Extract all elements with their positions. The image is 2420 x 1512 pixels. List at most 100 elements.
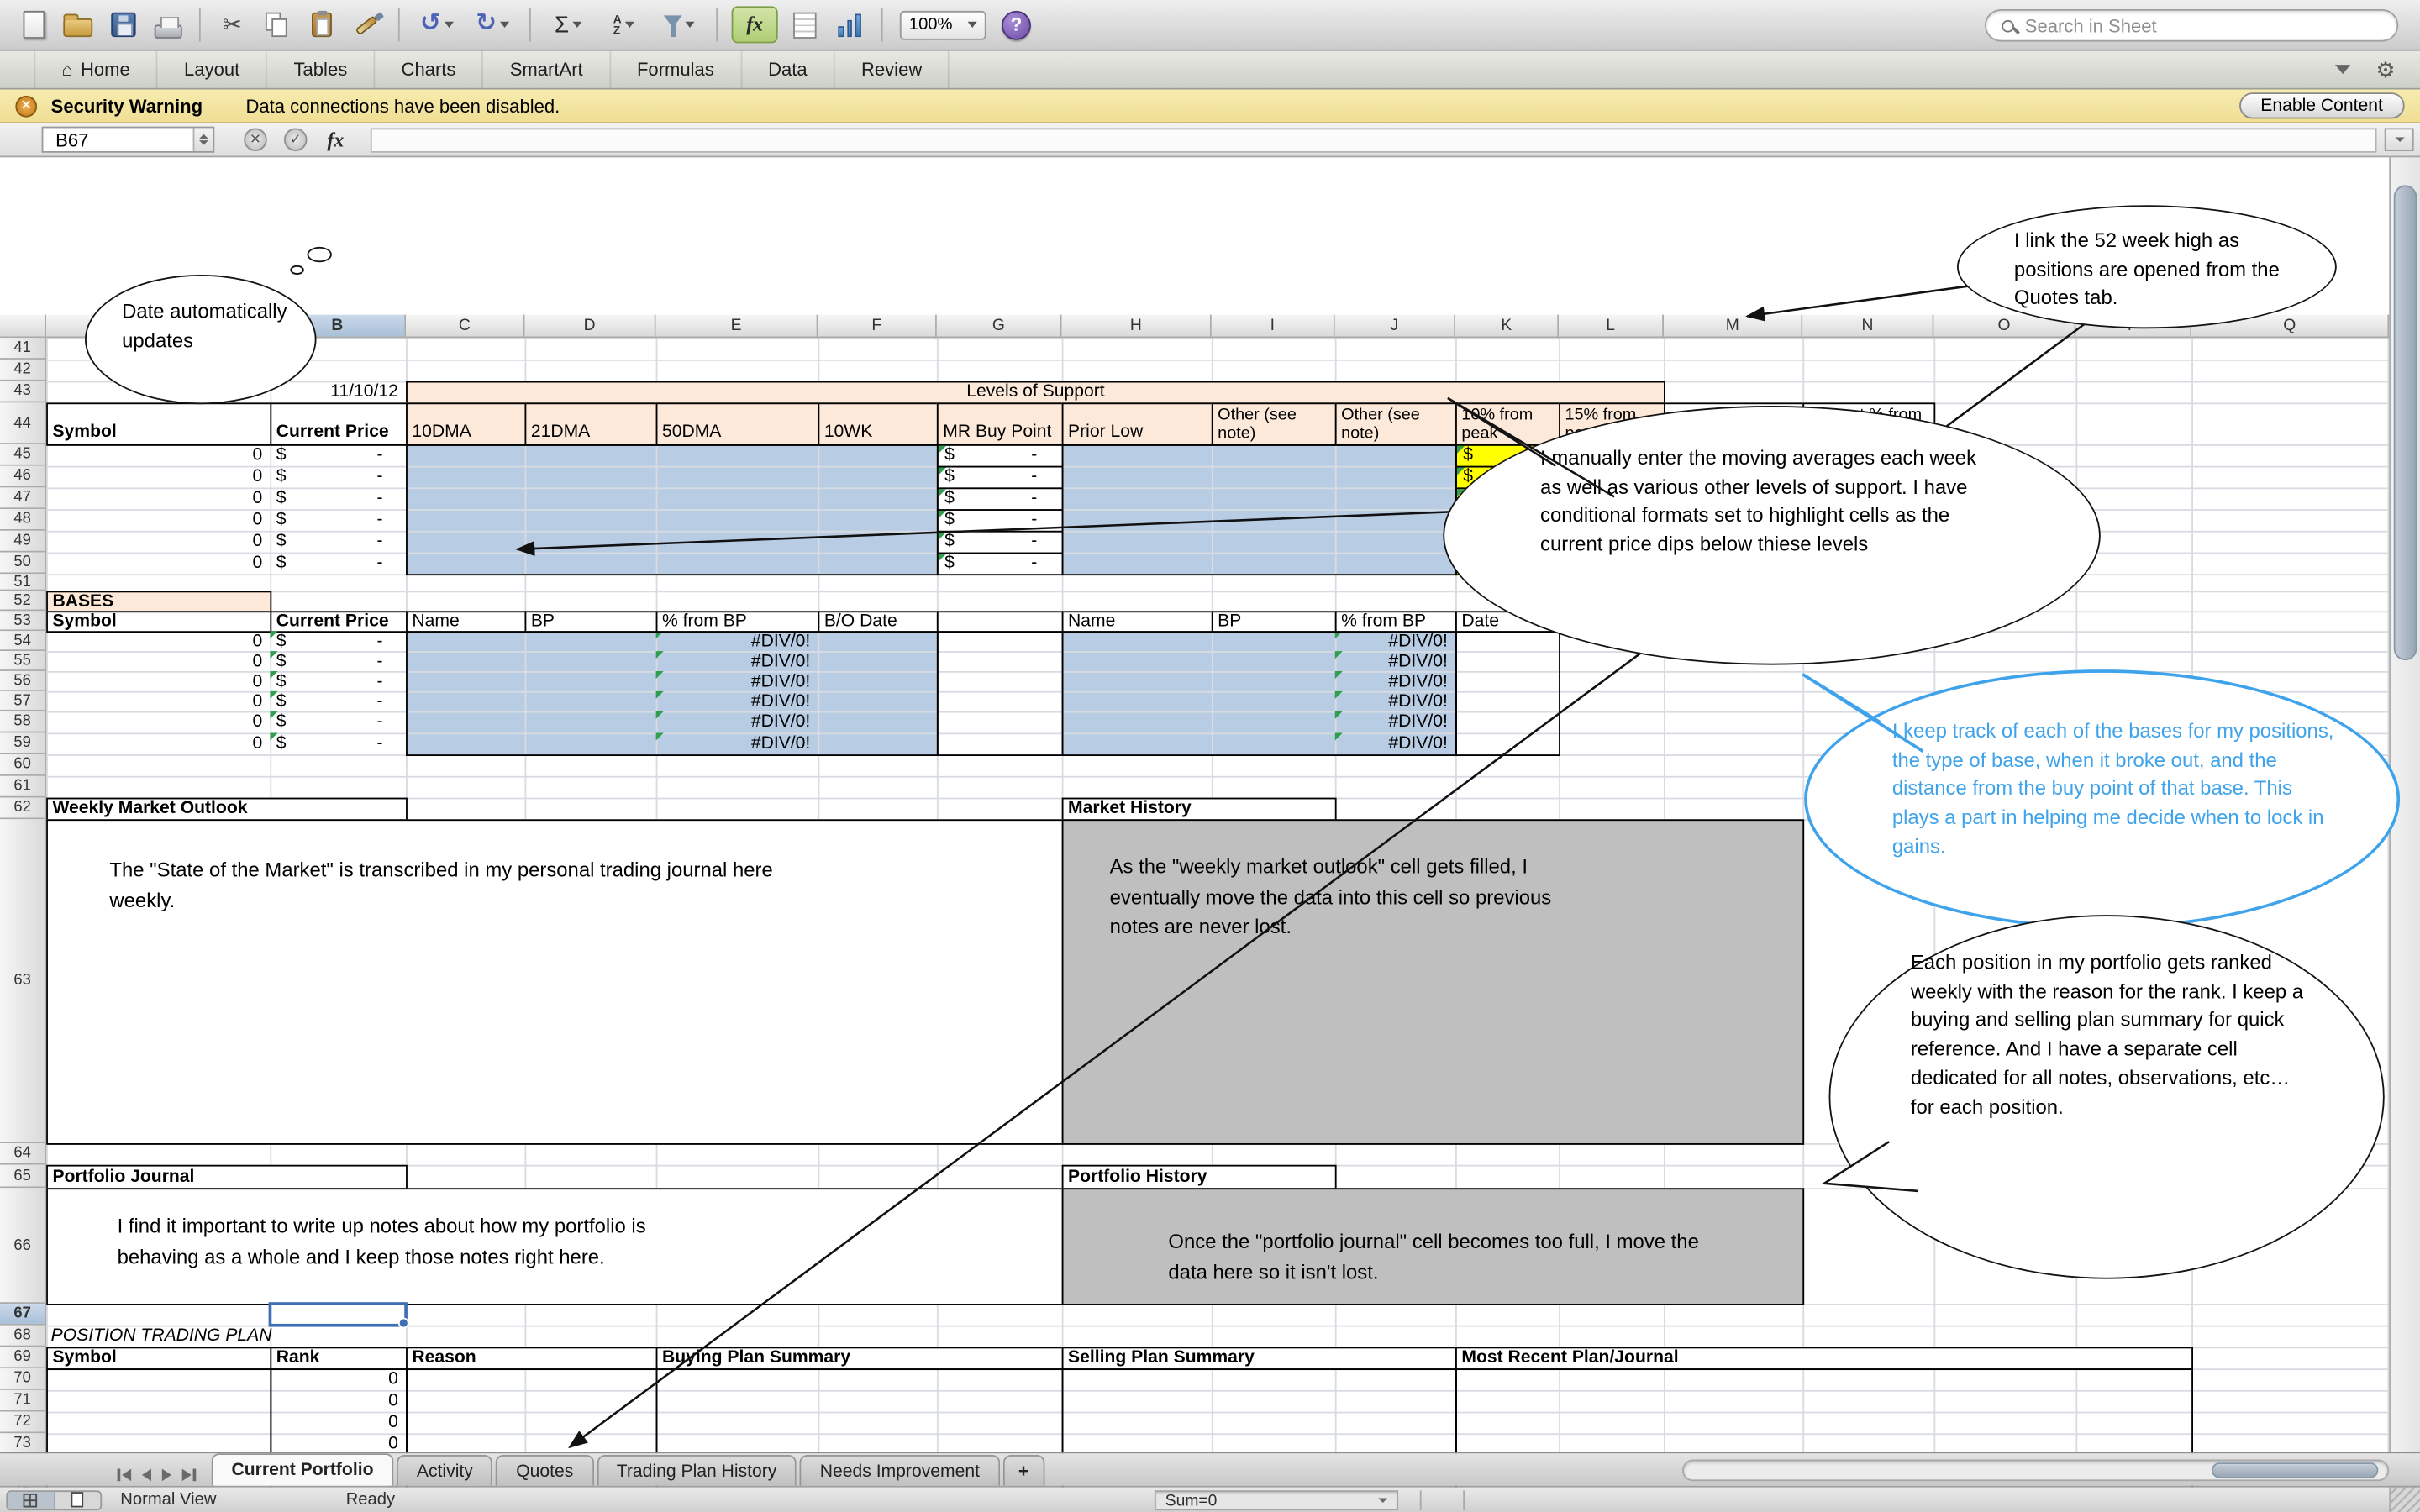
cell-D44[interactable]: 21DMA — [524, 402, 658, 446]
row-header-46[interactable]: 46 — [0, 465, 47, 488]
cell-J53[interactable]: % from BP — [1334, 611, 1457, 633]
cell-H65[interactable]: Portfolio History — [1061, 1164, 1337, 1190]
cell-B47[interactable]: $ - — [270, 487, 407, 511]
row-header-67[interactable]: 67 — [0, 1304, 47, 1326]
cell-B69[interactable]: Rank — [270, 1347, 408, 1371]
open-icon[interactable] — [57, 4, 99, 46]
row-header-52[interactable]: 52 — [0, 591, 47, 612]
column-header-K[interactable]: K — [1455, 314, 1560, 339]
cell-J59[interactable]: #DIV/0! — [1334, 732, 1457, 756]
sheet-tab-current-portfolio[interactable]: Current Portfolio — [211, 1453, 394, 1486]
cell-B44[interactable]: Current Price — [270, 402, 408, 446]
row-header-49[interactable]: 49 — [0, 530, 47, 553]
first-sheet-button[interactable] — [117, 1468, 132, 1482]
cell-G45[interactable]: $ - — [936, 444, 1064, 468]
cell-E57[interactable]: #DIV/0! — [655, 690, 820, 713]
cell-B58[interactable]: $ - — [270, 711, 407, 735]
cell-G44[interactable]: MR Buy Point — [936, 402, 1064, 446]
cell-A63[interactable]: The "State of the Market" is transcribed… — [46, 819, 1064, 1145]
callout-rank[interactable]: Each position in my portfolio gets ranke… — [1828, 915, 2385, 1279]
cell-A45[interactable]: 0 — [46, 444, 271, 468]
ribbon-tab-review[interactable]: Review — [835, 50, 950, 88]
cell-A56[interactable]: 0 — [46, 671, 271, 693]
row-header-68[interactable]: 68 — [0, 1325, 47, 1347]
undo-button[interactable]: ↺ — [411, 4, 463, 46]
cell-A52[interactable]: BASES — [46, 591, 272, 613]
row-header-64[interactable]: 64 — [0, 1143, 47, 1165]
cell-A68[interactable]: POSITION TRADING PLAN — [46, 1326, 272, 1349]
cell-A65[interactable]: Portfolio Journal — [46, 1164, 408, 1190]
media-browser-button[interactable] — [829, 4, 871, 46]
cell-A69[interactable]: Symbol — [46, 1347, 272, 1371]
column-header-C[interactable]: C — [406, 314, 525, 339]
horizontal-scrollbar[interactable] — [1682, 1459, 2390, 1482]
cell-B48[interactable]: $ - — [270, 509, 407, 533]
cell-B43[interactable]: 11/10/12 — [270, 381, 407, 405]
gear-icon[interactable]: ⚙ — [2376, 56, 2396, 82]
ribbon-tab-charts[interactable]: Charts — [375, 50, 484, 88]
cell-G50[interactable]: $ - — [936, 552, 1064, 576]
cell-C43[interactable]: Levels of Support — [406, 381, 1665, 405]
notebook-button[interactable] — [784, 4, 826, 46]
cell-A57[interactable]: 0 — [46, 691, 271, 713]
cell-A59[interactable]: 0 — [46, 732, 271, 756]
cell-B53[interactable]: Current Price — [270, 611, 408, 633]
callout-bases[interactable]: I keep track of each of the bases for my… — [1804, 669, 2401, 929]
row-header-41[interactable]: 41 — [0, 338, 47, 360]
cell-A54[interactable]: 0 — [46, 631, 271, 653]
cell-H69[interactable]: Selling Plan Summary — [1061, 1347, 1457, 1371]
vertical-scroll-thumb[interactable] — [2393, 185, 2417, 661]
cell-A62[interactable]: Weekly Market Outlook — [46, 797, 408, 822]
cell-A66[interactable]: I find it important to write up notes ab… — [46, 1188, 1064, 1305]
select-all-corner[interactable] — [0, 314, 47, 339]
name-box-stepper[interactable] — [192, 128, 213, 151]
cell-J54[interactable]: #DIV/0! — [1334, 631, 1457, 653]
cell-J44[interactable]: Other (see note) — [1334, 402, 1457, 446]
row-header-69[interactable]: 69 — [0, 1347, 47, 1369]
cell-B57[interactable]: $ - — [270, 690, 407, 713]
sheet-tab-trading-plan-history[interactable]: Trading Plan History — [596, 1455, 797, 1486]
cell-A46[interactable]: 0 — [46, 466, 271, 490]
cell-A44[interactable]: Symbol — [46, 402, 272, 446]
cell-J57[interactable]: #DIV/0! — [1334, 690, 1457, 713]
ribbon-tab-formulas[interactable]: Formulas — [611, 50, 742, 88]
row-header-53[interactable]: 53 — [0, 611, 47, 632]
cell-B55[interactable]: $ - — [270, 651, 407, 673]
column-header-I[interactable]: I — [1211, 314, 1335, 339]
cell-G48[interactable]: $ - — [936, 509, 1064, 533]
column-header-G[interactable]: G — [936, 314, 1062, 339]
sheet-tab-activity[interactable]: Activity — [397, 1455, 493, 1486]
sort-button[interactable]: AZ — [597, 4, 650, 46]
cell-G53[interactable] — [936, 611, 1064, 633]
normal-view-button[interactable] — [8, 1491, 55, 1509]
row-header-60[interactable]: 60 — [0, 754, 47, 776]
cell-E69[interactable]: Buying Plan Summary — [655, 1347, 1064, 1371]
column-header-N[interactable]: N — [1802, 314, 1934, 339]
cell-B71[interactable]: 0 — [270, 1390, 407, 1414]
formula-input[interactable] — [370, 127, 2377, 152]
callout-high52[interactable]: I link the 52 week high as positions are… — [1956, 205, 2337, 329]
row-header-66[interactable]: 66 — [0, 1188, 47, 1305]
cell-E54[interactable]: #DIV/0! — [655, 631, 820, 653]
cell-H62[interactable]: Market History — [1061, 797, 1337, 822]
row-header-54[interactable]: 54 — [0, 631, 47, 652]
zoom-control[interactable]: 100% — [899, 9, 986, 39]
redo-button[interactable]: ↻ — [466, 4, 518, 46]
row-header-44[interactable]: 44 — [0, 402, 47, 444]
expand-formula-bar-button[interactable] — [2384, 128, 2414, 151]
cell-B46[interactable]: $ - — [270, 466, 407, 490]
cell-F53[interactable]: B/O Date — [818, 611, 939, 633]
column-header-M[interactable]: M — [1663, 314, 1803, 339]
search-input[interactable]: Search in Sheet — [1985, 9, 2399, 42]
column-header-L[interactable]: L — [1559, 314, 1664, 339]
row-header-71[interactable]: 71 — [0, 1389, 47, 1412]
cell-J56[interactable]: #DIV/0! — [1334, 670, 1457, 693]
cell-E53[interactable]: % from BP — [655, 611, 820, 633]
row-header-59[interactable]: 59 — [0, 732, 47, 755]
column-header-J[interactable]: J — [1334, 314, 1456, 339]
insert-function-fx-icon[interactable]: fx — [327, 128, 344, 152]
horizontal-scroll-thumb[interactable] — [2212, 1462, 2379, 1478]
cell-I53[interactable]: BP — [1211, 611, 1337, 633]
row-header-62[interactable]: 62 — [0, 797, 47, 820]
save-icon[interactable] — [102, 4, 144, 46]
